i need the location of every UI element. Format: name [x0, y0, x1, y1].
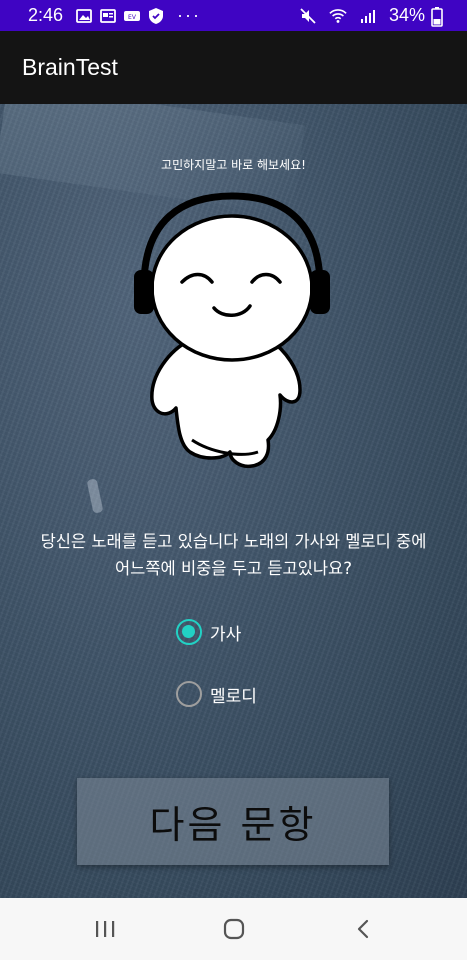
recent-apps-icon	[95, 921, 114, 937]
back-button[interactable]	[343, 909, 383, 949]
back-icon	[357, 919, 368, 939]
battery-percent: 34%	[388, 5, 425, 25]
overflow-dots: ···	[177, 5, 202, 25]
screen-record-icon: EV	[123, 7, 141, 25]
answer-radio-group: 가사 멜로디	[176, 617, 257, 741]
background-streak	[86, 478, 104, 514]
app-bar: BrainTest	[0, 31, 467, 104]
image-icon	[75, 7, 93, 25]
hint-text: 고민하지말고 바로 해보세요!	[161, 158, 306, 172]
question-line-1: 당신은 노래를 듣고 있습니다 노래의 가사와 멜로디 중에	[40, 532, 427, 551]
question-text: 당신은 노래를 듣고 있습니다 노래의 가사와 멜로디 중에 어느쪽에 비중을 …	[14, 528, 453, 582]
battery-icon	[431, 6, 449, 27]
screen: 2:46 EV ··· 34% BrainTest 고민하지말고 바로 해보세요…	[0, 0, 467, 960]
main-content: 고민하지말고 바로 해보세요! 당신은 노래를 듣고 있습니다 노래의 가사와 …	[0, 104, 467, 898]
svg-text:EV: EV	[128, 14, 137, 21]
vpn-shield-icon	[147, 7, 165, 25]
navigation-bar	[0, 898, 467, 960]
status-right: 34%	[299, 5, 455, 27]
next-question-button[interactable]: 다음 문항	[77, 778, 389, 865]
news-icon	[99, 7, 117, 25]
question-line-2: 어느쪽에 비중을 두고 듣고있나요?	[114, 559, 352, 578]
app-title: BrainTest	[22, 54, 118, 80]
home-icon	[223, 918, 244, 940]
status-bar: 2:46 EV ··· 34%	[0, 0, 467, 31]
status-time: 2:46	[28, 5, 64, 25]
headphone-character-illustration	[134, 192, 330, 469]
home-button[interactable]	[214, 909, 254, 949]
radio-button-checked[interactable]	[176, 619, 202, 645]
option-lyrics[interactable]: 가사	[176, 617, 257, 647]
wifi-icon	[329, 7, 347, 25]
option-label: 가사	[210, 624, 242, 645]
mute-icon	[299, 7, 317, 25]
option-label: 멜로디	[210, 686, 257, 707]
radio-button-unchecked[interactable]	[176, 681, 202, 707]
recent-apps-button[interactable]	[85, 909, 125, 949]
signal-icon	[359, 7, 377, 25]
option-melody[interactable]: 멜로디	[176, 679, 257, 709]
